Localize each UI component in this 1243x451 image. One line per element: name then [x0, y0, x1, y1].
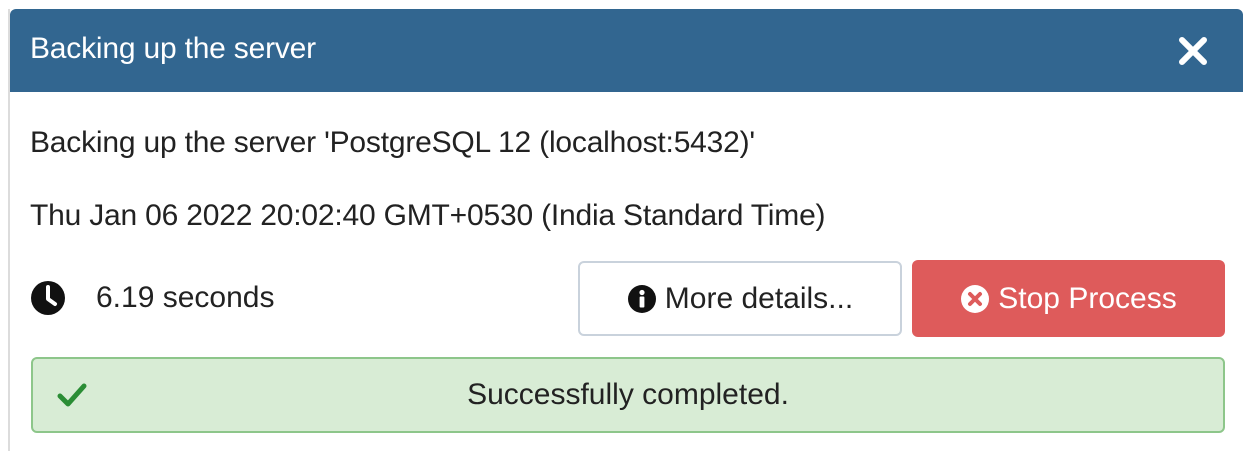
dialog-header: Backing up the server	[10, 9, 1243, 92]
clock-icon	[31, 281, 65, 315]
stop-process-label: Stop Process	[998, 281, 1177, 315]
info-circle-icon	[627, 284, 656, 313]
backup-timestamp: Thu Jan 06 2022 20:02:40 GMT+0530 (India…	[30, 199, 826, 232]
status-message: Successfully completed.	[467, 378, 789, 411]
more-details-button[interactable]: More details...	[578, 261, 902, 336]
backup-dialog: Backing up the server Backing up the ser…	[8, 9, 1243, 451]
close-button[interactable]	[1175, 33, 1211, 69]
success-alert: Successfully completed.	[31, 357, 1225, 433]
backup-description: Backing up the server 'PostgreSQL 12 (lo…	[30, 126, 755, 159]
close-icon	[1179, 37, 1207, 65]
elapsed-time: 6.19 seconds	[96, 281, 275, 314]
more-details-label: More details...	[664, 281, 854, 315]
stop-process-button[interactable]: Stop Process	[912, 260, 1225, 337]
dialog-title: Backing up the server	[30, 32, 316, 65]
times-circle-icon	[961, 284, 990, 313]
